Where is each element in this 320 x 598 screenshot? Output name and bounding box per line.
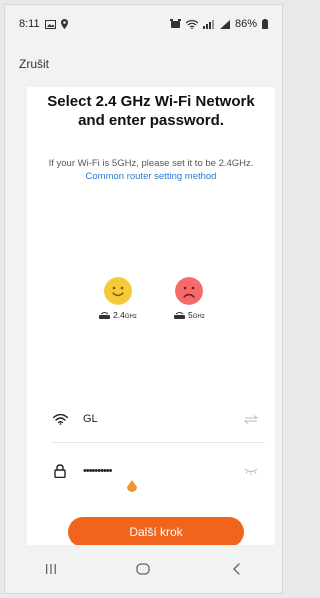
wifi-icon — [185, 19, 198, 29]
band-2-4ghz-label: 2.4GHz — [99, 310, 137, 320]
system-nav-bar — [5, 545, 282, 593]
lock-icon — [51, 464, 69, 478]
gallery-icon — [44, 19, 56, 29]
router-icon — [99, 312, 110, 319]
band-2-4ghz-value: 2.4 — [113, 310, 125, 320]
band-5ghz: 5GHz — [174, 277, 205, 320]
recents-icon — [46, 564, 57, 574]
switch-network-icon[interactable] — [241, 414, 261, 424]
wifi-network-value[interactable]: GL — [83, 413, 241, 425]
subtitle: If your Wi-Fi is 5GHz, please set it to … — [39, 157, 263, 183]
status-bar-right: 86% — [169, 18, 268, 30]
status-bar: 8:11 86% — [5, 5, 282, 43]
phone-screen: 8:11 86% Zrušit Select 2.4 GHz Wi-Fi Net… — [4, 4, 283, 594]
back-icon — [232, 563, 240, 575]
router-icon — [174, 312, 185, 319]
status-time: 8:11 — [19, 18, 40, 30]
status-bar-left: 8:11 — [19, 18, 68, 30]
home-icon — [136, 563, 151, 575]
band-5ghz-label: 5GHz — [174, 310, 205, 320]
text-cursor-handle-icon[interactable] — [125, 480, 139, 494]
home-button[interactable] — [123, 554, 163, 584]
wifi-icon — [51, 413, 69, 425]
sad-face-icon — [175, 277, 204, 305]
hide-password-icon[interactable] — [241, 467, 261, 475]
back-button[interactable] — [216, 554, 256, 584]
password-value[interactable]: •••••••••• — [83, 465, 241, 477]
recents-button[interactable] — [31, 554, 71, 584]
battery-icon — [262, 19, 268, 29]
happy-face-icon — [103, 277, 132, 305]
wifi-network-field[interactable]: GL — [51, 404, 261, 434]
field-divider — [51, 442, 265, 443]
router-setting-link[interactable]: Common router setting method — [86, 171, 217, 182]
lte-signal-icon — [202, 19, 215, 29]
cancel-button[interactable]: Zrušit — [19, 57, 49, 71]
password-field[interactable]: •••••••••• — [51, 456, 261, 486]
band-2-4ghz: 2.4GHz — [99, 277, 137, 320]
page-title: Select 2.4 GHz Wi-Fi Network and enter p… — [47, 93, 255, 129]
signal-icon — [219, 19, 230, 29]
wifi-setup-card: Select 2.4 GHz Wi-Fi Network and enter p… — [27, 87, 275, 547]
subtitle-text: If your Wi-Fi is 5GHz, please set it to … — [48, 158, 254, 169]
next-step-button[interactable]: Další krok — [68, 517, 244, 547]
battery-percent: 86% — [234, 18, 257, 30]
band-5ghz-unit: GHz — [192, 314, 205, 320]
location-icon — [60, 19, 68, 29]
alarm-icon — [169, 19, 181, 29]
band-2-4ghz-unit: GHz — [124, 314, 137, 320]
